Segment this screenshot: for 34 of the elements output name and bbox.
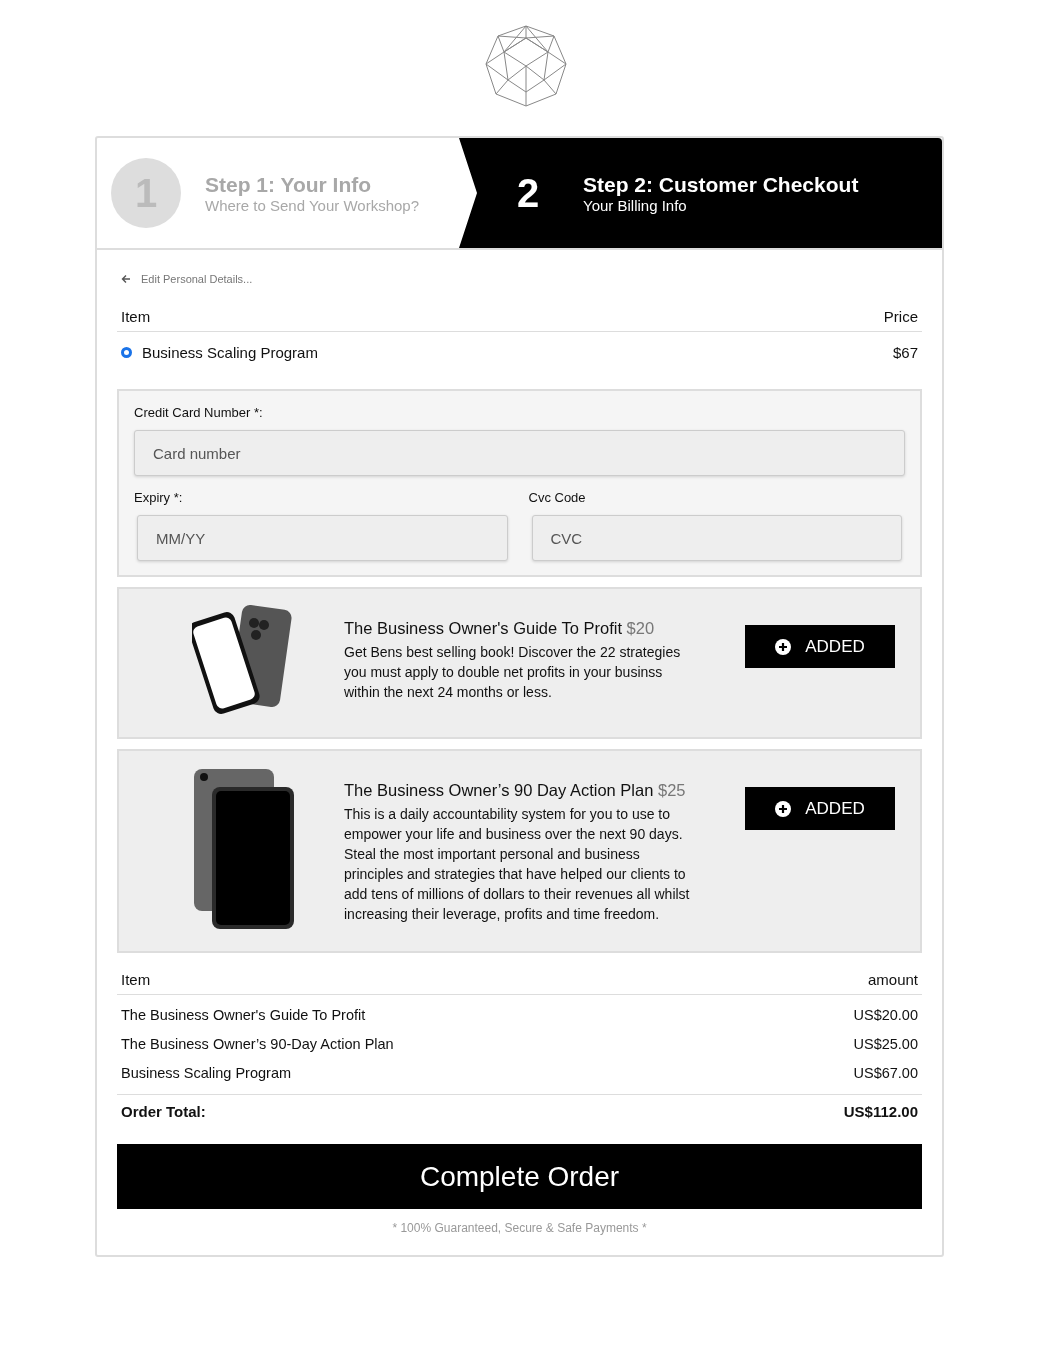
total-label: Order Total: [121,1103,206,1120]
total-amount: US$112.00 [843,1103,918,1120]
column-header: Item [121,308,151,325]
field-label: Expiry *: [134,490,184,505]
line-item-name: The Business Owner's Guide To Profit [121,1007,366,1023]
card-number-field[interactable]: Card number [134,430,905,476]
field-label: Cvc Code [528,490,587,505]
column-header: Item [121,971,151,988]
added-button[interactable]: ADDED [745,787,895,830]
radio-button[interactable] [121,347,132,358]
guarantee-note: * 100% Guaranteed, Secure & Safe Payments * [392,1221,647,1235]
line-item-amount: US$25.00 [853,1036,918,1052]
offer-title: The Business Owner's Guide To Profit $20 [344,619,656,638]
step-tab[interactable]: 2 Step 2: Customer Checkout Your Billing Info [459,138,942,248]
line-item-amount: US$67.00 [853,1065,918,1081]
edit-details-link[interactable]: Edit Personal Details... [121,273,253,285]
back-arrow-icon [121,274,131,284]
product-price: $67 [892,344,918,361]
expiry-field[interactable]: MM/YY [137,515,508,561]
line-item-amount: US$20.00 [853,1007,918,1023]
line-item-name: Business Scaling Program [121,1065,292,1081]
field-label: Credit Card Number *: [134,405,264,420]
column-header: amount [867,971,918,988]
product-name: Business Scaling Program [142,344,319,361]
offer-description: Get Bens best selling book! Discover the 22 strategies you must apply to double net profits in your businss within the next 24 months or less. [344,643,682,702]
plus-circle-icon [775,800,792,817]
offer-description: This is a daily accountability system for you to use to empower your life and business over the next 90 days. Steal the most important personal and business principles and strategies that have helped our clients to add tens of millions of dollars to their revenues all whilst increasing their leverage, profits and time freedom. [344,805,691,924]
offer-title: The Business Owner’s 90 Day Action Plan $25 [344,781,687,800]
complete-order-button[interactable]: Complete Order [117,1144,922,1209]
line-item-name: The Business Owner’s 90-Day Action Plan [121,1036,394,1052]
added-button[interactable]: ADDED [745,625,895,668]
cvc-field[interactable]: CVC [531,515,902,561]
plus-circle-icon [775,638,792,655]
column-header: Price [883,308,918,325]
